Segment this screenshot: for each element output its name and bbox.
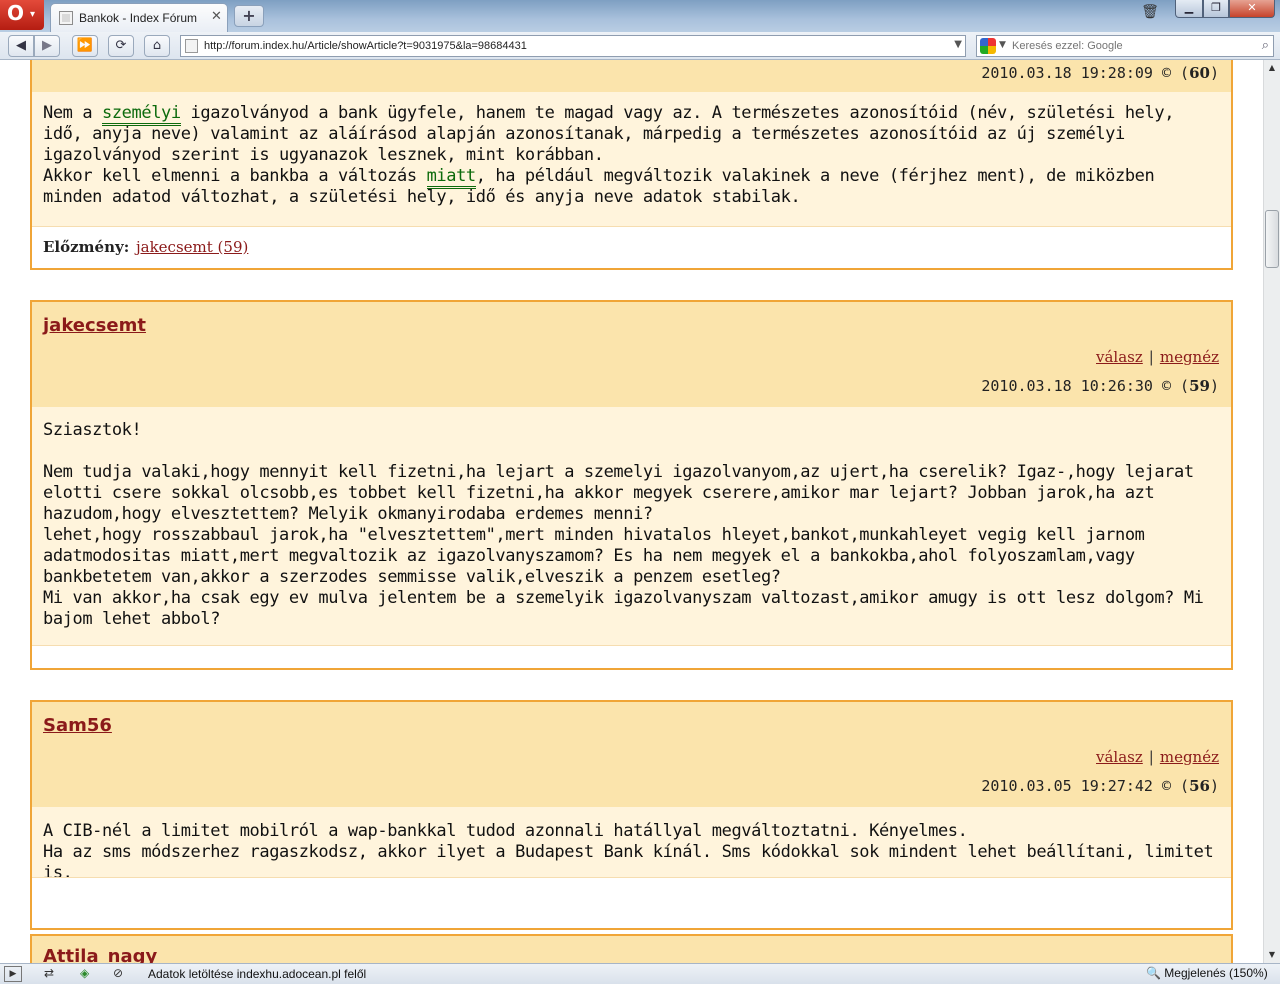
navigation-toolbar: ◀ ▶ ⏩ ⟳ ⌂ http://forum.index.hu/Article/…: [0, 32, 1280, 60]
post-author-link[interactable]: jakecsemt: [43, 315, 146, 336]
google-icon[interactable]: [980, 38, 996, 54]
reload-button[interactable]: ⟳: [108, 35, 134, 57]
arrow-right-icon: ▶: [42, 38, 52, 53]
search-input[interactable]: [1012, 38, 1242, 54]
vertical-scrollbar[interactable]: ▲ ▼: [1263, 60, 1280, 963]
post-number: 60: [1189, 64, 1210, 82]
forum-post: Sam56 válasz | megnéz 2010.03.05 19:27:42 …: [30, 700, 1233, 930]
post-meta-close: ): [1209, 377, 1219, 395]
opera-menu-button[interactable]: O ▾: [0, 0, 44, 30]
search-bar[interactable]: ▼ ⌕: [976, 35, 1274, 57]
opera-logo-icon: O: [7, 1, 25, 25]
post-author-link[interactable]: Attila_nagy: [43, 946, 157, 963]
post-footer: Előzmény: jakecsemt (59): [32, 226, 1231, 268]
post-text: Akkor kell elmenni a bankba a változás: [43, 166, 427, 186]
previous-label: Előzmény:: [43, 238, 130, 256]
close-window-button[interactable]: ✕: [1229, 0, 1275, 18]
post-text: igazolványod a bank ügyfele, hanem te ma…: [43, 103, 1175, 165]
reload-icon: ⟳: [115, 38, 127, 53]
post-footer: [32, 877, 1231, 928]
post-date: 2010.03.05 19:27:42 © (: [981, 777, 1190, 795]
page-icon: [185, 39, 198, 53]
keyword-link[interactable]: személyi: [102, 103, 181, 126]
address-bar[interactable]: http://forum.index.hu/Article/showArticl…: [180, 35, 966, 57]
previous-post-link[interactable]: jakecsemt (59): [136, 238, 248, 256]
post-line: [43, 441, 1220, 462]
sync-icon[interactable]: ⇄: [44, 966, 54, 982]
post-actions: válasz | megnéz: [1096, 348, 1219, 366]
post-actions: válasz | megnéz: [1096, 748, 1219, 766]
chevron-down-icon[interactable]: ▼: [954, 39, 962, 50]
minimize-button[interactable]: ▁: [1175, 0, 1203, 18]
forum-post: Attila_nagy: [30, 934, 1233, 963]
scroll-up-icon[interactable]: ▲: [1264, 60, 1280, 76]
post-meta: 2010.03.05 19:27:42 © (56): [981, 777, 1219, 795]
tab-active[interactable]: Bankok - Index Fórum ✕: [50, 3, 228, 32]
page-viewport: 2010.03.18 19:28:09 © (60) Nem a személy…: [0, 60, 1263, 963]
post-line: Mi van akkor,ha csak egy ev mulva jelent…: [43, 588, 1204, 629]
post-body: Sziasztok! Nem tudja valaki,hogy mennyit…: [32, 407, 1231, 645]
fast-forward-button[interactable]: ⏩: [72, 35, 98, 57]
post-meta-close: ): [1209, 777, 1219, 795]
maximize-button[interactable]: ❐: [1203, 0, 1229, 18]
post-number: 56: [1189, 777, 1210, 795]
post-line: Sziasztok!: [43, 420, 142, 440]
back-button[interactable]: ◀: [8, 35, 34, 57]
scroll-down-icon[interactable]: ▼: [1264, 947, 1280, 963]
zoom-control[interactable]: 🔍 Megjelenés (150%): [1146, 966, 1268, 980]
post-paragraph: Akkor kell elmenni a bankba a változás m…: [43, 166, 1220, 208]
view-link[interactable]: megnéz: [1160, 748, 1219, 766]
keyword-link[interactable]: miatt: [426, 166, 476, 189]
page-favicon-icon: [59, 11, 73, 25]
title-bar: O ▾ Bankok - Index Fórum ✕ + 🗑 ▁ ❐ ✕: [0, 0, 1280, 32]
post-date: 2010.03.18 10:26:30 © (: [981, 377, 1190, 395]
post-date: 2010.03.18 19:28:09 © (: [981, 64, 1190, 82]
post-paragraph: Nem a személyi igazolványod a bank ügyfe…: [43, 103, 1220, 166]
post-body: A CIB-nél a limitet mobilról a wap-bankk…: [32, 807, 1231, 883]
forum-post: jakecsemt válasz | megnéz 2010.03.18 10:26…: [30, 300, 1233, 670]
view-link[interactable]: megnéz: [1160, 348, 1219, 366]
post-text: Nem a: [43, 103, 103, 123]
post-footer: [32, 645, 1231, 668]
zoom-icon: 🔍: [1146, 966, 1161, 980]
post-author-link[interactable]: Sam56: [43, 715, 112, 736]
scroll-thumb[interactable]: [1265, 210, 1279, 268]
arrow-left-icon: ◀: [16, 38, 26, 53]
status-bar: ▶ ⇄ ◈ ⊘ Adatok letöltése indexhu.adocean…: [0, 963, 1280, 984]
post-body: Nem a személyi igazolványod a bank ügyfe…: [32, 92, 1231, 226]
home-icon: ⌂: [152, 38, 162, 53]
reply-link[interactable]: válasz: [1096, 348, 1143, 366]
tab-close-icon[interactable]: ✕: [211, 9, 222, 24]
post-meta: 2010.03.18 10:26:30 © (59): [981, 377, 1219, 395]
chevron-down-icon[interactable]: ▼: [999, 40, 1006, 50]
post-line: A CIB-nél a limitet mobilról a wap-bankk…: [43, 821, 968, 841]
post-number: 59: [1189, 377, 1210, 395]
turbo-icon[interactable]: ◈: [80, 966, 89, 982]
post-line: Nem tudja valaki,hogy mennyit kell fizet…: [43, 462, 1194, 524]
reply-link[interactable]: válasz: [1096, 748, 1143, 766]
search-icon[interactable]: ⌕: [1262, 38, 1269, 53]
zoom-text: Megjelenés (150%): [1164, 966, 1268, 980]
url-text[interactable]: http://forum.index.hu/Article/showArticl…: [204, 40, 527, 52]
forward-button[interactable]: ▶: [34, 35, 60, 57]
tab-title: Bankok - Index Fórum: [79, 11, 198, 25]
home-button[interactable]: ⌂: [144, 35, 170, 57]
panel-toggle-icon[interactable]: ▶: [4, 966, 22, 982]
content-block-icon[interactable]: ⊘: [113, 966, 123, 982]
fast-forward-icon: ⏩: [76, 38, 94, 53]
forum-post: 2010.03.18 19:28:09 © (60) Nem a személy…: [30, 60, 1233, 270]
post-meta: 2010.03.18 19:28:09 © (60): [981, 64, 1219, 82]
separator: |: [1148, 348, 1154, 366]
status-text: Adatok letöltése indexhu.adocean.pl felő…: [148, 967, 367, 981]
trash-icon[interactable]: 🗑: [1140, 4, 1160, 26]
post-meta-close: ): [1209, 64, 1219, 82]
post-line: lehet,hogy rosszabbaul jarok,ha "elveszt…: [43, 525, 1145, 587]
new-tab-button[interactable]: +: [234, 5, 264, 27]
chevron-down-icon: ▾: [30, 9, 36, 20]
separator: |: [1148, 748, 1154, 766]
